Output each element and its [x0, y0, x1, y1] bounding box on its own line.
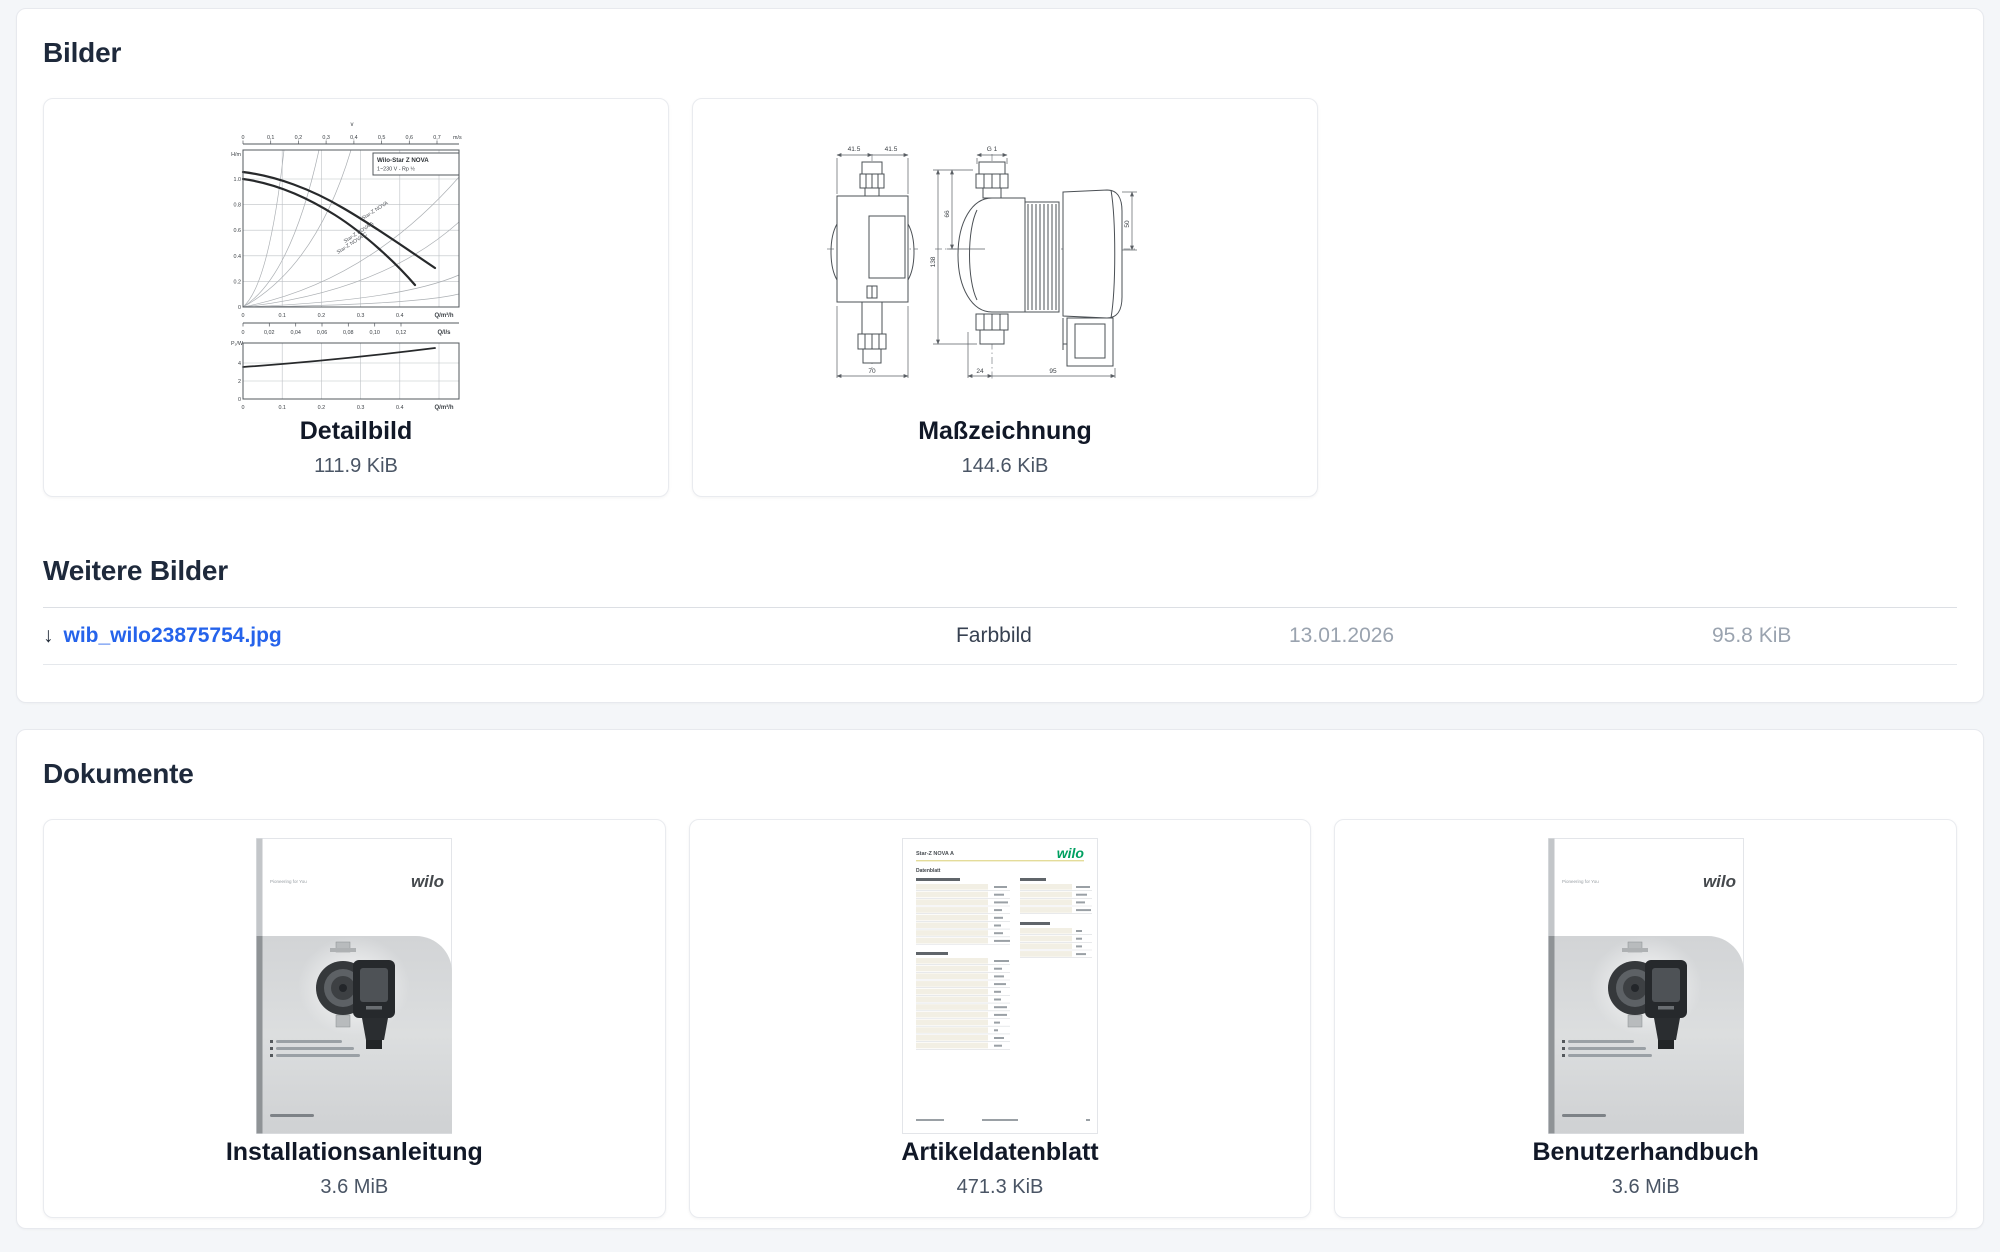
card-size: 3.6 MiB: [1612, 1175, 1680, 1199]
svg-text:0,10: 0,10: [369, 330, 380, 336]
card-title: Installationsanleitung: [226, 1137, 483, 1167]
svg-text:66: 66: [944, 210, 951, 218]
pump-curve-chart: v 0 0,1 0,2 0,3 0,4 0,5 0,6 0,7 m/s: [231, 117, 481, 413]
detailbild-thumbnail: v 0 0,1 0,2 0,3 0,4 0,5 0,6 0,7 m/s: [60, 113, 652, 416]
svg-text:v: v: [351, 122, 354, 128]
svg-text:0: 0: [242, 313, 245, 319]
svg-text:0,12: 0,12: [396, 330, 407, 336]
svg-text:wilo: wilo: [411, 872, 444, 891]
dokumente-card-row: Pioneering for You wilo Wilo-Star-Z NOVA: [43, 819, 1957, 1218]
svg-text:24: 24: [976, 368, 984, 375]
svg-text:Q/m³/h: Q/m³/h: [435, 404, 454, 411]
datasheet-page: Star-Z NOVA A wilo Datenblatt: [902, 838, 1098, 1134]
svg-text:0: 0: [238, 305, 241, 311]
svg-text:41.5: 41.5: [848, 146, 861, 153]
bilder-heading: Bilder: [43, 35, 1957, 71]
download-arrow-icon: ↓: [43, 624, 54, 648]
svg-text:0,3: 0,3: [322, 135, 330, 141]
svg-text:0,2: 0,2: [295, 135, 303, 141]
svg-text:0,06: 0,06: [317, 330, 328, 336]
svg-text:0.2: 0.2: [318, 313, 326, 319]
image-card-masszeichnung[interactable]: 41.5 41.5: [692, 98, 1318, 497]
svg-text:4: 4: [238, 361, 241, 367]
svg-text:Star-Z NOVA A: Star-Z NOVA A: [916, 851, 954, 857]
weitere-bilder-heading: Weitere Bilder: [43, 553, 1957, 589]
svg-text:0,7: 0,7: [433, 135, 441, 141]
file-date: 13.01.2026: [1289, 624, 1712, 648]
svg-text:0,04: 0,04: [290, 330, 301, 336]
card-title: Detailbild: [300, 416, 413, 446]
card-title: Benutzerhandbuch: [1532, 1137, 1758, 1167]
file-kind: Farbbild: [956, 624, 1289, 648]
svg-text:0.1: 0.1: [278, 313, 286, 319]
svg-text:0.4: 0.4: [396, 405, 404, 411]
svg-text:0,5: 0,5: [378, 135, 386, 141]
svg-text:95: 95: [1049, 368, 1057, 375]
card-size: 144.6 KiB: [962, 454, 1049, 478]
doc-card-artikeldatenblatt[interactable]: Star-Z NOVA A wilo Datenblatt: [689, 819, 1312, 1218]
svg-text:2: 2: [238, 379, 241, 385]
dokumente-heading: Dokumente: [43, 756, 1957, 792]
artikeldatenblatt-thumbnail: Star-Z NOVA A wilo Datenblatt: [706, 834, 1295, 1137]
svg-text:wilo: wilo: [1703, 872, 1736, 891]
card-size: 3.6 MiB: [320, 1175, 388, 1199]
svg-text:H/m: H/m: [231, 152, 241, 158]
svg-text:P₁/W: P₁/W: [231, 341, 244, 347]
card-size: 471.3 KiB: [957, 1175, 1044, 1199]
svg-text:41.5: 41.5: [885, 146, 898, 153]
benutzerhandbuch-thumbnail: Pioneering for You wilo Wilo-Star-Z NOVA: [1351, 834, 1940, 1137]
masszeichnung-thumbnail: 41.5 41.5: [709, 113, 1301, 416]
svg-text:Star-Z NOVA: Star-Z NOVA: [361, 199, 390, 221]
svg-text:0,1: 0,1: [267, 135, 275, 141]
manual-cover: Pioneering for You wilo Wilo-Star-Z NOVA: [256, 838, 452, 1134]
svg-text:m/s: m/s: [453, 135, 462, 141]
svg-text:0.1: 0.1: [278, 405, 286, 411]
image-card-detailbild[interactable]: v 0 0,1 0,2 0,3 0,4 0,5 0,6 0,7 m/s: [43, 98, 669, 497]
svg-text:1.0: 1.0: [234, 177, 242, 183]
svg-text:Q/l/s: Q/l/s: [437, 330, 451, 336]
manual-cover: Pioneering for You wilo Wilo-Star-Z NOVA: [1548, 838, 1744, 1134]
more-image-row[interactable]: ↓ wib_wilo23875754.jpg Farbbild 13.01.20…: [43, 607, 1957, 665]
card-title: Maßzeichnung: [918, 416, 1092, 446]
file-download-link[interactable]: wib_wilo23875754.jpg: [64, 624, 282, 648]
svg-text:0: 0: [242, 330, 245, 336]
svg-text:Pioneering for You: Pioneering for You: [270, 879, 307, 884]
svg-text:Datenblatt: Datenblatt: [916, 868, 941, 874]
svg-text:0.8: 0.8: [234, 202, 242, 208]
svg-text:0.6: 0.6: [234, 228, 242, 234]
bilder-panel: Bilder v 0 0,1 0,2 0,3 0,4 0,5 0,6 0,7 m…: [16, 8, 1984, 703]
dimensional-drawing: 41.5 41.5: [825, 140, 1185, 390]
svg-text:0,08: 0,08: [343, 330, 354, 336]
card-title: Artikeldatenblatt: [901, 1137, 1098, 1167]
svg-text:0: 0: [242, 135, 245, 141]
dokumente-panel: Dokumente Pioneering for You: [16, 729, 1984, 1229]
svg-text:0: 0: [238, 397, 241, 403]
svg-text:Wilo-Star Z NOVA: Wilo-Star Z NOVA: [377, 157, 429, 164]
svg-text:0.4: 0.4: [396, 313, 404, 319]
svg-text:138: 138: [930, 256, 937, 267]
svg-text:70: 70: [868, 368, 876, 375]
card-size: 111.9 KiB: [314, 454, 398, 478]
svg-text:0,02: 0,02: [264, 330, 275, 336]
svg-text:0,4: 0,4: [350, 135, 358, 141]
svg-text:Pioneering for You: Pioneering for You: [1562, 879, 1599, 884]
svg-text:G 1: G 1: [987, 146, 998, 153]
svg-text:0.3: 0.3: [357, 313, 365, 319]
svg-text:0.4: 0.4: [234, 253, 242, 259]
doc-card-installationsanleitung[interactable]: Pioneering for You wilo Wilo-Star-Z NOVA: [43, 819, 666, 1218]
svg-text:0.2: 0.2: [234, 279, 242, 285]
svg-text:0,6: 0,6: [406, 135, 414, 141]
svg-text:0.3: 0.3: [357, 405, 365, 411]
bilder-card-row: v 0 0,1 0,2 0,3 0,4 0,5 0,6 0,7 m/s: [43, 98, 1957, 497]
installationsanleitung-thumbnail: Pioneering for You wilo Wilo-Star-Z NOVA: [60, 834, 649, 1137]
file-name-cell: ↓ wib_wilo23875754.jpg: [43, 624, 956, 648]
svg-text:0.2: 0.2: [318, 405, 326, 411]
svg-text:50: 50: [1124, 220, 1131, 228]
svg-text:Q/m³/h: Q/m³/h: [435, 312, 454, 319]
svg-text:1~230 V - Rp ½: 1~230 V - Rp ½: [377, 165, 415, 172]
svg-text:0: 0: [242, 405, 245, 411]
svg-text:wilo: wilo: [1057, 845, 1085, 861]
doc-card-benutzerhandbuch[interactable]: Pioneering for You wilo Wilo-Star-Z NOVA: [1334, 819, 1957, 1218]
file-size: 95.8 KiB: [1712, 624, 1957, 648]
